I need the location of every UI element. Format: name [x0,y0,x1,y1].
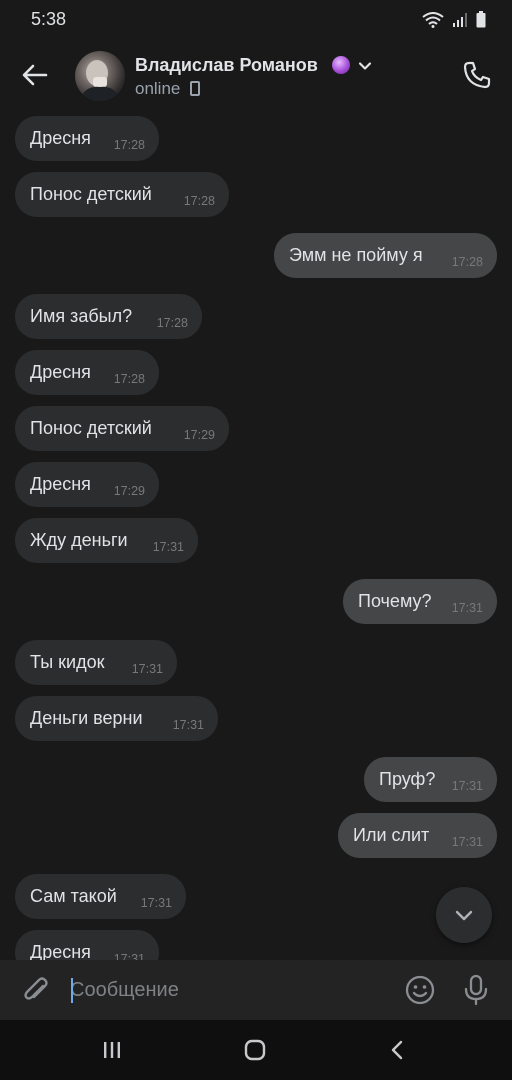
message-text: Почему? [358,591,432,611]
text-cursor [71,978,73,1003]
message-text: Дресня [30,128,91,148]
smiley-icon [405,975,435,1005]
message-bubble[interactable]: Почему? 17:31 [343,579,497,624]
message-bubble[interactable]: Жду деньги 17:31 [15,518,198,563]
chevron-down-icon [455,910,473,921]
message-text: Пруф? [379,769,436,789]
message-time: 17:31 [451,835,483,849]
message-bubble[interactable]: Деньги верни 17:31 [15,696,218,741]
message-input[interactable] [70,972,390,1008]
message-bubble[interactable]: Понос детский 17:29 [15,406,229,451]
message-time: 17:28 [113,372,145,386]
message-time: 17:31 [113,952,145,960]
message-time: 17:31 [451,601,483,615]
message-bubble[interactable]: Или слит 17:31 [338,813,497,858]
voice-message-button[interactable] [458,972,494,1008]
message-text: Имя забыл? [30,306,133,326]
message-text: Деньги верни [30,708,143,728]
message-time: 17:28 [156,316,188,330]
message-text: Эмм не пойму я [289,245,423,265]
home-button[interactable] [237,1032,273,1068]
message-bubble[interactable]: Имя забыл? 17:28 [15,294,202,339]
message-time: 17:28 [183,194,215,208]
system-navigation-bar [0,1020,512,1080]
message-bubble[interactable]: Дресня 17:31 [15,930,159,960]
message-bubble[interactable]: Дресня 17:28 [15,116,159,161]
message-text: Понос детский [30,184,152,204]
message-bubble[interactable]: Понос детский 17:28 [15,172,229,217]
message-time: 17:31 [152,540,184,554]
message-text: Понос детский [30,418,152,438]
message-time: 17:31 [131,662,163,676]
recent-apps-button[interactable] [94,1032,130,1068]
message-text: Сам такой [30,886,117,906]
wifi-icon [422,11,444,28]
message-text: Дресня [30,942,91,960]
chat-header: Владислав Романов online [0,40,512,112]
message-bubble[interactable]: Эмм не пойму я 17:28 [274,233,497,278]
system-back-button[interactable] [380,1032,416,1068]
message-time: 17:31 [140,896,172,910]
message-time: 17:31 [172,718,204,732]
message-text: Ты кидок [30,652,105,672]
contact-name[interactable]: Владислав Романов [135,55,318,76]
message-bubble[interactable]: Дресня 17:29 [15,462,159,507]
message-composer [0,960,512,1020]
attach-button[interactable] [18,972,54,1008]
avatar-image [79,60,121,101]
message-text: Жду деньги [30,530,128,550]
message-bubble[interactable]: Сам такой 17:31 [15,874,186,919]
avatar[interactable] [75,51,125,101]
message-time: 17:28 [451,255,483,269]
chevron-left-icon [391,1040,403,1060]
message-time: 17:29 [113,484,145,498]
crystal-ball-icon [332,56,350,74]
chevron-down-icon[interactable] [357,58,373,74]
message-list[interactable]: Дресня 17:28 Понос детский 17:28 Эмм не … [0,112,512,960]
message-bubble[interactable]: Дресня 17:28 [15,350,159,395]
signal-icon [453,12,467,27]
status-icons [422,11,486,28]
contact-status: online [135,79,181,98]
message-time: 17:31 [451,779,483,793]
home-icon [244,1039,266,1061]
status-bar: 5:38 [0,0,512,40]
battery-icon [476,11,486,28]
phone-icon [463,61,491,89]
back-button[interactable] [18,58,52,92]
mobile-device-icon [190,81,200,96]
message-time: 17:29 [183,428,215,442]
arrow-left-icon [22,64,48,86]
message-text: Или слит [353,825,430,845]
status-time: 5:38 [31,9,67,29]
message-bubble[interactable]: Пруф? 17:31 [364,757,497,802]
scroll-to-bottom-button[interactable] [436,887,492,943]
message-bubble[interactable]: Ты кидок 17:31 [15,640,177,685]
microphone-icon [464,974,488,1006]
paperclip-icon [24,977,48,1000]
emoji-button[interactable] [402,972,438,1008]
message-text: Дресня [30,474,91,494]
message-text: Дресня [30,362,91,382]
message-time: 17:28 [113,138,145,152]
recent-apps-icon [104,1042,120,1058]
call-button[interactable] [460,58,494,92]
